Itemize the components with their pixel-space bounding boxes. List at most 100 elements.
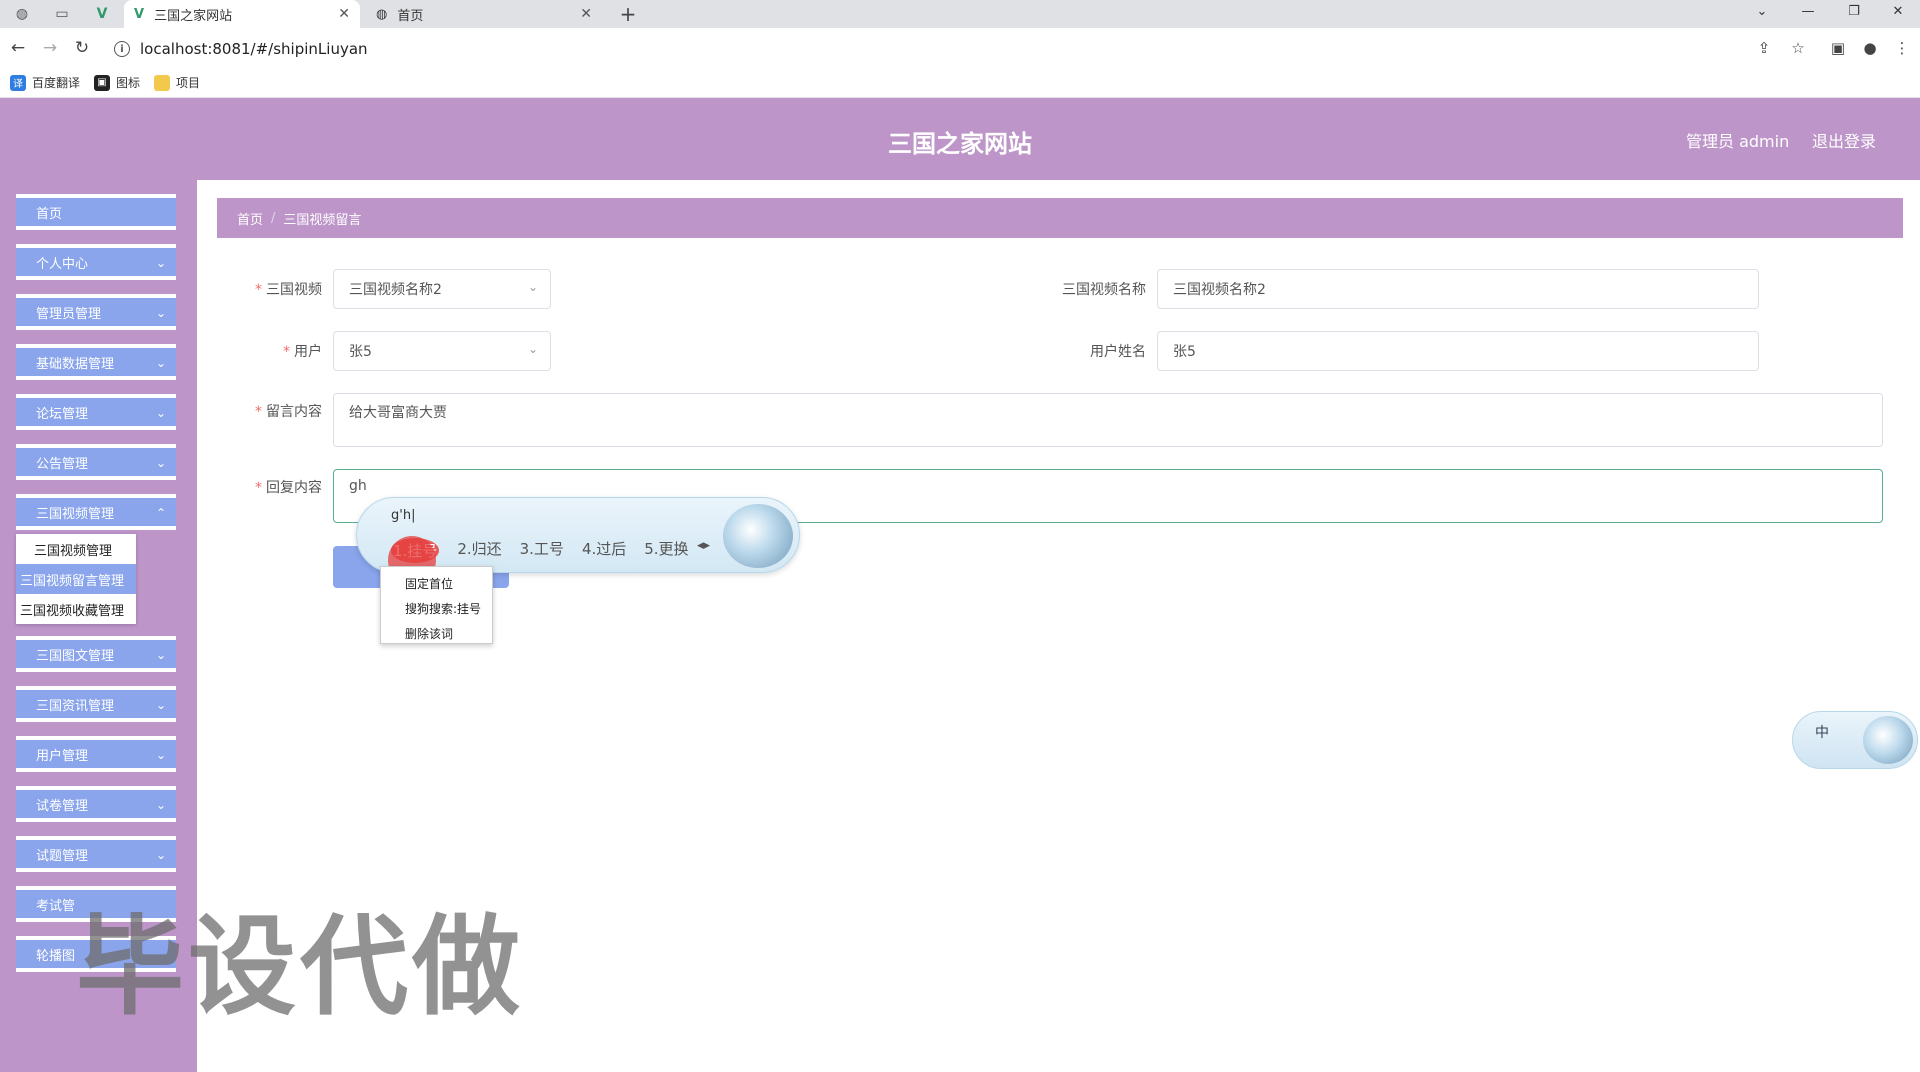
user-label: * 用户 <box>240 341 322 361</box>
sidebar-item-forum[interactable]: 论坛管理 ⌄ <box>16 394 176 430</box>
url-field[interactable]: i localhost:8081/#/shipinLiuyan <box>106 35 1766 63</box>
bookmark-star-icon[interactable]: ☆ <box>1786 36 1810 60</box>
ctx-item-search[interactable]: 搜狗搜索:挂号 <box>381 596 492 621</box>
message-label: * 留言内容 <box>240 401 322 421</box>
ime-status-bar[interactable]: 中 <box>1792 711 1918 769</box>
browser-tab-strip: ◍ ▭ V V 三国之家网站 ✕ ◍ 首页 ✕ + ⌄ — ❐ ✕ <box>0 0 1920 28</box>
chevron-down-icon: ⌄ <box>155 356 166 370</box>
message-textarea[interactable]: 给大哥富商大贾 <box>333 393 1883 447</box>
sidebar-item-papers[interactable]: 试卷管理 ⌄ <box>16 786 176 822</box>
bookmark-baidu-fanyi[interactable]: 译 百度翻译 <box>10 74 80 91</box>
chevron-down-icon: ⌄ <box>155 406 166 420</box>
sidebar-item-personal-center[interactable]: 个人中心 ⌄ <box>16 244 176 280</box>
new-tab-button[interactable]: + <box>614 0 642 28</box>
ime-candidate[interactable]: 5.更换 <box>644 538 688 563</box>
vue-tab-icon[interactable]: V <box>82 0 122 28</box>
logout-link[interactable]: 退出登录 <box>1812 128 1876 152</box>
video-name-label: 三国视频名称 <box>1062 282 1146 298</box>
user-name-value: 张5 <box>1173 344 1196 360</box>
submenu-item-video[interactable]: 三国视频管理 <box>16 534 136 564</box>
sidebar-item-label: 试卷管理 <box>36 798 89 814</box>
submenu-item-video-comments[interactable]: 三国视频留言管理 <box>16 564 136 594</box>
required-star: * <box>255 404 262 420</box>
menu-icon[interactable]: ⋮ <box>1890 36 1914 60</box>
bookmark-label: 图标 <box>116 76 141 90</box>
sidebar-item-video[interactable]: 三国视频管理 ⌃ <box>16 494 176 530</box>
restore-button[interactable]: ❐ <box>1832 0 1876 22</box>
close-icon[interactable]: ✕ <box>580 6 592 22</box>
sidebar-item-basic-data[interactable]: 基础数据管理 ⌄ <box>16 344 176 380</box>
breadcrumb: 首页 / 三国视频留言 <box>217 198 1903 238</box>
globe-tab-icon[interactable]: ◍ <box>2 0 42 28</box>
sidebar-item-notice[interactable]: 公告管理 ⌄ <box>16 444 176 480</box>
sidebar-item-news[interactable]: 三国资讯管理 ⌄ <box>16 686 176 722</box>
bookmarks-bar: 译 百度翻译 ▣ 图标 项目 <box>0 68 1920 98</box>
ime-page-arrows-icon[interactable]: ◂▸ <box>697 538 710 553</box>
tab-search-icon[interactable]: ⌄ <box>1740 0 1784 22</box>
ctx-item-pin[interactable]: 固定首位 <box>381 571 492 596</box>
sidebar-item-label: 公告管理 <box>36 456 89 472</box>
watermark: 毕设代做 <box>76 905 525 1030</box>
sidebar-item-label: 用户管理 <box>36 748 89 764</box>
vue-logo-icon: V <box>134 6 145 22</box>
user-select[interactable]: 张5 ⌄ <box>333 331 551 371</box>
ctx-item-delete[interactable]: 删除该词 <box>381 621 492 646</box>
ime-candidate[interactable]: 3.工号 <box>520 538 564 563</box>
close-window-button[interactable]: ✕ <box>1876 0 1920 22</box>
message-label-text: 留言内容 <box>266 404 322 420</box>
reply-label-text: 回复内容 <box>266 480 322 496</box>
share-icon[interactable]: ⇪ <box>1752 36 1776 60</box>
reply-value: gh <box>349 478 367 494</box>
profile-icon[interactable]: ● <box>1858 36 1882 60</box>
tab-sanguo[interactable]: V 三国之家网站 ✕ <box>124 0 360 28</box>
image-icon: ▣ <box>94 74 111 91</box>
side-panel-icon[interactable]: ▣ <box>1826 36 1850 60</box>
ime-candidate[interactable]: 4.过后 <box>582 538 626 563</box>
bookmark-label: 百度翻译 <box>32 76 81 90</box>
chevron-down-icon: ⌄ <box>527 342 538 356</box>
breadcrumb-separator: / <box>271 210 276 226</box>
video-submenu: 三国视频管理 三国视频留言管理 三国视频收藏管理 <box>16 534 136 624</box>
tab-title: 首页 <box>397 8 424 24</box>
chevron-down-icon: ⌄ <box>155 256 166 270</box>
chevron-down-icon: ⌄ <box>527 280 538 294</box>
close-icon[interactable]: ✕ <box>338 6 350 22</box>
bookmark-label: 项目 <box>176 76 201 90</box>
user-name-field[interactable]: 张5 <box>1157 331 1759 371</box>
blank-tab-icon[interactable]: ▭ <box>42 0 82 28</box>
sidebar-item-label: 三国视频管理 <box>36 506 115 522</box>
sidebar-item-label: 试题管理 <box>36 848 89 864</box>
breadcrumb-home[interactable]: 首页 <box>237 209 263 228</box>
tab-home[interactable]: ◍ 首页 ✕ <box>366 0 602 28</box>
sidebar-item-label: 考试管 <box>36 898 76 914</box>
sidebar-item-questions[interactable]: 试题管理 ⌄ <box>16 836 176 872</box>
reload-icon[interactable]: ↻ <box>70 36 94 60</box>
sidebar-item-admin[interactable]: 管理员管理 ⌄ <box>16 294 176 330</box>
ime-candidate[interactable]: 2.归还 <box>457 538 501 563</box>
bookmark-xiangmu[interactable]: 项目 <box>154 74 200 91</box>
sidebar-item-article[interactable]: 三国图文管理 ⌄ <box>16 636 176 672</box>
site-info-icon[interactable]: i <box>114 41 130 57</box>
minimize-button[interactable]: — <box>1786 0 1830 22</box>
sidebar-item-label: 首页 <box>36 206 63 222</box>
video-name-field[interactable]: 三国视频名称2 <box>1157 269 1759 309</box>
back-icon[interactable]: ← <box>6 36 30 60</box>
message-value: 给大哥富商大贾 <box>349 405 447 421</box>
bookmark-tubiao[interactable]: ▣ 图标 <box>94 74 140 91</box>
user-name-label: 用户姓名 <box>1090 344 1146 360</box>
sidebar-item-label: 三国图文管理 <box>36 648 115 664</box>
video-select[interactable]: 三国视频名称2 ⌄ <box>333 269 551 309</box>
forward-icon[interactable]: → <box>38 36 62 60</box>
translate-icon: 译 <box>10 74 26 91</box>
sidebar-item-users[interactable]: 用户管理 ⌄ <box>16 736 176 772</box>
user-label-text: 用户 <box>294 344 322 360</box>
breadcrumb-current: 三国视频留言 <box>283 212 362 228</box>
sidebar-item-label: 管理员管理 <box>36 306 102 322</box>
submenu-item-video-favorites[interactable]: 三国视频收藏管理 <box>16 594 136 624</box>
sidebar-item-label: 轮播图 <box>36 948 76 964</box>
user-select-value: 张5 <box>349 344 372 360</box>
required-star: * <box>283 344 290 360</box>
sidebar-item-home[interactable]: 首页 <box>16 194 176 230</box>
ime-skin-decoration-icon <box>1863 716 1913 764</box>
site-title: 三国之家网站 <box>888 130 1032 158</box>
